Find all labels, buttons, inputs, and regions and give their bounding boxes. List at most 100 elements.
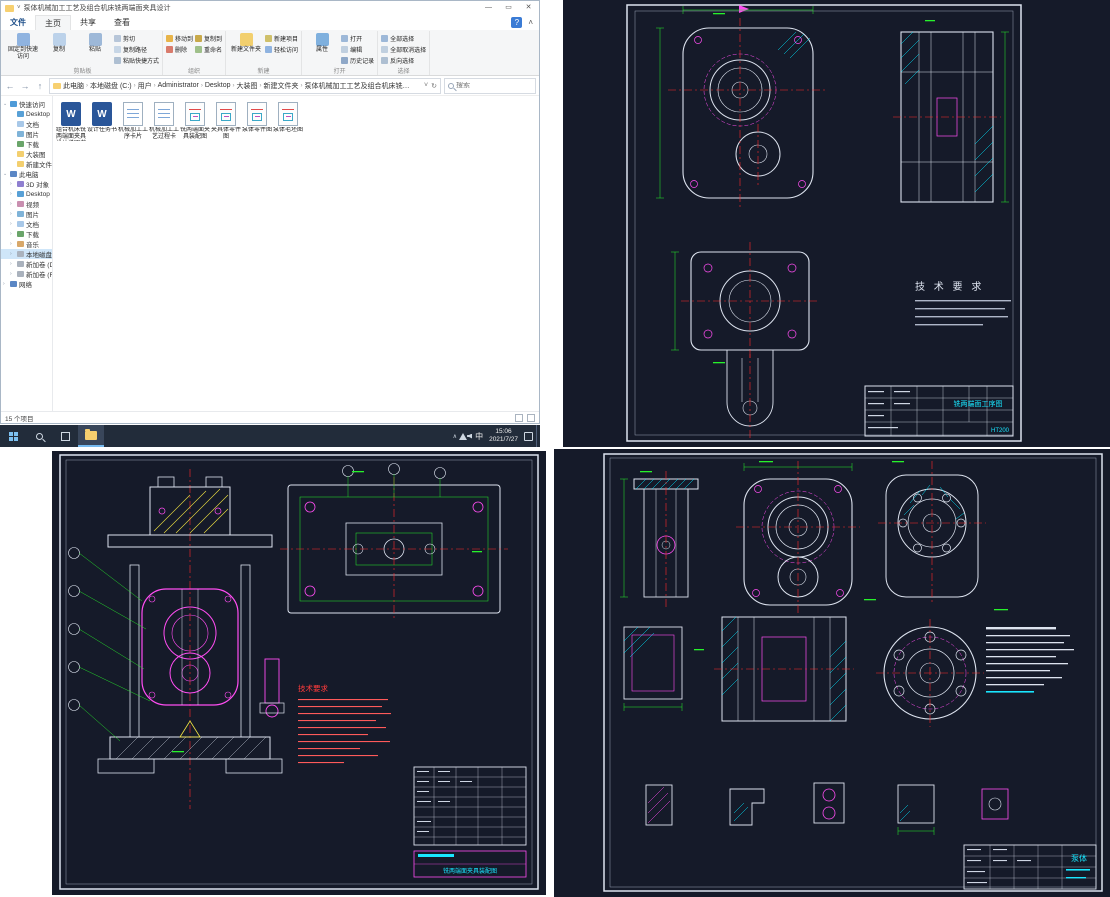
breadcrumb-segment[interactable]: 大装图 [237,81,258,91]
large-icons-view-button[interactable] [527,413,535,422]
up-button[interactable]: ↑ [34,81,46,91]
sidebar-item-documents-2[interactable]: › 文档 [1,219,52,229]
file-name: 泵体零件图 [242,127,272,133]
forward-button[interactable]: → [19,81,31,91]
breadcrumb-segment[interactable]: 本地磁盘 (C:) [90,81,132,91]
pin-to-quick-access-button[interactable]: 固定到快速访问 [6,31,40,61]
file-item[interactable]: 机械加工工序卡片 [118,102,148,141]
tray-expand-icon[interactable]: ∧ [451,433,459,440]
tab-home[interactable]: 主页 [35,15,71,30]
dwg-file-icon [185,102,205,126]
volume-tray-icon[interactable] [467,433,473,439]
copy-path-button[interactable]: 复制路径 [114,45,159,54]
sidebar-item-volume-d[interactable]: ›新加卷 (D:) [1,259,52,269]
edit-button[interactable]: 编辑 [341,45,374,54]
ribbon-group-select: 全部选择 全部取消选择 反向选择 选择 [378,31,431,75]
back-button[interactable]: ← [4,81,16,91]
action-center-button[interactable] [524,431,533,441]
copy-to-button[interactable]: 复制到 [195,34,222,43]
open-button[interactable]: 打开 [341,34,374,43]
address-dropdown-icon[interactable]: ˅ [424,82,428,90]
tab-view[interactable]: 查看 [105,15,139,30]
sidebar-item-folder[interactable]: 大装图 [1,149,52,159]
tab-share[interactable]: 共享 [71,15,105,30]
breadcrumb-segment[interactable]: 新建文件夹 [264,81,299,91]
sidebar-item-this-pc[interactable]: ⌄ 此电脑 [1,169,52,179]
maximize-button[interactable]: ▭ [500,1,517,15]
refresh-icon[interactable]: ↻ [431,82,437,90]
task-view-icon [60,431,70,441]
taskbar-search-button[interactable] [26,425,52,447]
sidebar-item-local-disk-c[interactable]: ›本地磁盘 (C:) [1,249,52,259]
copy-to-icon [195,35,203,42]
search-input[interactable] [456,82,532,89]
breadcrumb-segment-current[interactable]: 泵体机械加工工艺及组合机床铣两端面夹具设计 [305,81,415,91]
quick-access-toolbar-dropdown-icon[interactable]: ˅ [17,5,21,11]
sidebar-item-music[interactable]: › 音乐 [1,239,52,249]
search-box[interactable] [444,77,536,94]
file-explorer-taskbar-button[interactable] [78,425,104,447]
file-item[interactable]: 机械加工工艺过程卡 [149,102,179,141]
input-language-indicator[interactable]: 中 [472,431,486,442]
clock[interactable]: 15:06 2021/7/27 [486,428,521,444]
sidebar-item-desktop[interactable]: Desktop [1,109,52,119]
sidebar-item-3d-objects[interactable]: › 3D 对象 [1,179,52,189]
task-view-button[interactable] [52,425,78,447]
sidebar-item-new-folder[interactable]: 新建文件夹 [1,159,52,169]
sidebar-item-volume-f[interactable]: ›新加卷 (F:) [1,269,52,279]
details-view-button[interactable] [515,413,523,422]
cut-button[interactable]: 剪切 [114,34,159,43]
paste-shortcut-button[interactable]: 粘贴快捷方式 [114,56,159,65]
history-button[interactable]: 历史记录 [341,56,374,65]
breadcrumb[interactable]: 此电脑 › 本地磁盘 (C:) › 用户 › Administrator › Deskt… [49,77,441,94]
rename-button[interactable]: 重命名 [195,45,222,54]
sidebar-item-quick-access[interactable]: ⌄ 快速访问 [1,99,52,109]
sidebar-item-pictures-2[interactable]: › 图片 [1,209,52,219]
move-to-button[interactable]: 移动到 [166,34,193,43]
copy-button[interactable]: 复制 [42,31,76,54]
breadcrumb-segment[interactable]: Administrator [158,82,199,89]
select-none-button[interactable]: 全部取消选择 [381,45,426,54]
file-item[interactable]: W 组合机床铣两端面夹具设计说明书 [56,102,86,141]
file-item[interactable]: W 设计任务书 [87,102,117,141]
network-tray-icon[interactable] [459,432,468,440]
delete-button[interactable]: 删除 [166,45,193,54]
file-item[interactable]: 泵体毛坯图 [273,102,303,141]
start-button[interactable] [0,425,26,447]
document-file-icon [123,102,143,126]
breadcrumb-segment[interactable]: 用户 [138,81,152,91]
show-desktop-button[interactable] [536,425,540,447]
new-folder-button[interactable]: 新建文件夹 [229,31,263,54]
breadcrumb-segment[interactable]: Desktop [205,82,231,89]
file-item[interactable]: 铣两端面夹具装配图 [180,102,210,141]
open-icon [341,35,349,42]
part-title-text: 泵体 [1071,853,1087,863]
ribbon-collapse-icon[interactable]: ˄ [522,18,539,27]
breadcrumb-segment[interactable]: 此电脑 [63,81,84,91]
sidebar-item-downloads[interactable]: 下载 [1,139,52,149]
easy-access-button[interactable]: 轻松访问 [265,45,298,54]
properties-button[interactable]: 属性 [305,31,339,54]
file-item[interactable]: 夹具体零件图 [211,102,241,141]
sidebar-item-videos[interactable]: › 视频 [1,199,52,209]
file-list: W 组合机床铣两端面夹具设计说明书 W 设计任务书 机械加工工序卡片 机械加工工… [53,96,539,411]
sidebar-item-pictures[interactable]: 图片 [1,129,52,139]
sidebar-item-desktop-2[interactable]: › Desktop [1,189,52,199]
new-item-button[interactable]: 新建项目 [265,34,298,43]
sidebar-item-network[interactable]: › 网络 [1,279,52,289]
sidebar-item-documents[interactable]: 文档 [1,119,52,129]
file-item[interactable]: 泵体零件图 [242,102,272,141]
select-all-button[interactable]: 全部选择 [381,34,426,43]
invert-selection-button[interactable]: 反向选择 [381,56,426,65]
screenshot-root: ˅ 泵体机械加工工艺及组合机床铣两端面夹具设计 — ▭ ✕ 文件 主页 共享 查… [0,0,1110,897]
close-button[interactable]: ✕ [520,1,537,15]
tab-file[interactable]: 文件 [1,15,35,30]
word-file-icon: W [92,102,112,126]
file-name: 设计任务书 [87,127,117,133]
minimize-button[interactable]: — [480,1,497,15]
sidebar-item-downloads-2[interactable]: › 下载 [1,229,52,239]
paste-button[interactable]: 粘贴 [78,31,112,54]
group-label-select: 选择 [397,69,410,75]
help-icon[interactable]: ? [511,17,523,28]
windows-taskbar: ∧ 中 15:06 2021/7/27 [0,425,540,447]
